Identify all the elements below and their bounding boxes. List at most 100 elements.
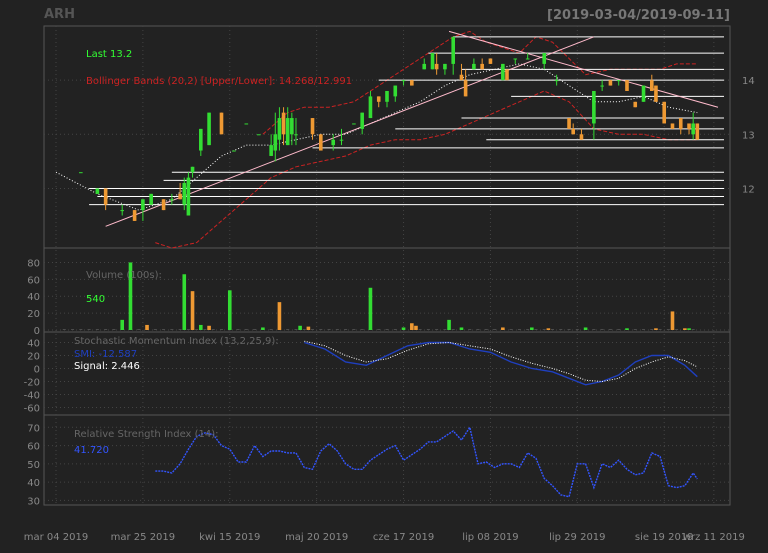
volume-bar-base bbox=[600, 329, 604, 330]
volume-bar-base bbox=[186, 329, 190, 330]
price-tick-label: 14 bbox=[742, 76, 755, 87]
candle-body bbox=[650, 80, 654, 91]
rsi-title: Relative Strength Index (14): bbox=[74, 429, 219, 440]
last-price-label: Last 13.2 bbox=[86, 49, 132, 60]
volume-bar-base bbox=[211, 329, 215, 330]
volume-bar-base bbox=[170, 329, 174, 330]
volume-bar-base bbox=[642, 329, 646, 330]
candle-body bbox=[616, 80, 621, 82]
bollinger-label: Bollinger Bands (20,2) [Upper/Lower]: 14… bbox=[86, 76, 352, 87]
candle-body bbox=[95, 188, 100, 194]
candle-body bbox=[161, 199, 166, 211]
candle-body bbox=[567, 118, 571, 129]
volume-tick-label: 20 bbox=[27, 309, 40, 320]
symbol-title: ARH bbox=[44, 7, 75, 22]
volume-bar-base bbox=[344, 329, 348, 330]
candle-body bbox=[691, 123, 695, 135]
volume-bar bbox=[227, 290, 232, 330]
volume-bar bbox=[410, 323, 414, 330]
candle-body bbox=[190, 166, 195, 173]
candle-body bbox=[269, 145, 273, 156]
volume-bar-base bbox=[691, 329, 695, 330]
candle-body bbox=[352, 123, 356, 125]
volume-bar-base bbox=[203, 329, 207, 330]
volume-bar-base bbox=[269, 329, 273, 330]
volume-bar-base bbox=[220, 329, 223, 330]
x-tick-label: mar 04 2019 bbox=[24, 532, 89, 543]
candle-body bbox=[294, 134, 298, 136]
volume-bar-base bbox=[244, 329, 248, 330]
candle-body bbox=[513, 58, 518, 60]
candle-body bbox=[608, 80, 613, 86]
candle-body bbox=[451, 36, 455, 64]
candle-body bbox=[79, 172, 83, 174]
volume-bar-base bbox=[418, 329, 422, 330]
volume-bar-base bbox=[426, 329, 430, 330]
volume-bar bbox=[368, 287, 373, 330]
candle-body bbox=[141, 199, 145, 211]
rsi-value: 41.720 bbox=[74, 445, 109, 456]
volume-bar bbox=[306, 326, 311, 330]
price-panel bbox=[43, 25, 731, 249]
price-tick-label: 13 bbox=[742, 130, 755, 141]
signal-value: Signal: 2.446 bbox=[74, 361, 140, 372]
volume-bar-base bbox=[534, 329, 538, 330]
volume-bar-base bbox=[509, 329, 513, 330]
candle-body bbox=[434, 63, 439, 70]
rsi-tick-label: 30 bbox=[27, 496, 40, 507]
volume-bar bbox=[459, 327, 464, 330]
candle-body bbox=[360, 112, 364, 129]
candle-body bbox=[579, 134, 584, 140]
candle-body bbox=[244, 123, 249, 125]
candle-body bbox=[207, 112, 211, 146]
rsi-line bbox=[155, 425, 698, 498]
smi-tick-label: 0 bbox=[34, 365, 40, 376]
volume-bar-base bbox=[112, 329, 116, 330]
volume-bar bbox=[207, 325, 211, 330]
candle-body bbox=[459, 74, 464, 81]
volume-bar bbox=[546, 328, 551, 330]
candle-body bbox=[670, 123, 675, 129]
volume-bar bbox=[120, 319, 124, 330]
volume-bar-base bbox=[484, 329, 488, 330]
candle-body bbox=[542, 53, 547, 64]
volume-bar-base bbox=[327, 329, 331, 330]
volume-bar-base bbox=[567, 329, 571, 330]
price-tick-label: 12 bbox=[742, 184, 755, 195]
volume-bar bbox=[583, 327, 588, 330]
x-tick-label: cze 17 2019 bbox=[373, 532, 434, 543]
candle-body bbox=[385, 90, 389, 102]
candle-body bbox=[505, 69, 509, 81]
candle-body bbox=[600, 85, 604, 87]
volume-bar bbox=[414, 325, 418, 330]
volume-bar bbox=[190, 291, 195, 330]
volume-bar-base bbox=[71, 329, 75, 330]
candle-body bbox=[430, 53, 435, 70]
volume-bar-base bbox=[79, 329, 83, 330]
volume-bar-base bbox=[575, 329, 579, 330]
candle-body bbox=[488, 58, 493, 64]
candle-body bbox=[368, 96, 373, 119]
volume-bar bbox=[401, 327, 406, 330]
candle-body bbox=[273, 134, 278, 151]
bollinger-lower-line bbox=[155, 90, 698, 249]
candle-body bbox=[525, 58, 530, 60]
volume-bar-base bbox=[335, 329, 339, 330]
volume-bar bbox=[298, 325, 302, 330]
volume-bar-base bbox=[62, 329, 66, 330]
volume-bar-base bbox=[153, 329, 157, 330]
candle-body bbox=[463, 80, 468, 97]
candle-body bbox=[277, 118, 282, 140]
volume-bar-base bbox=[95, 329, 99, 330]
volume-bar-base bbox=[551, 329, 554, 330]
candle-body bbox=[687, 123, 691, 129]
candle-body bbox=[633, 101, 638, 108]
volume-tick-label: 0 bbox=[34, 326, 40, 337]
volume-bar-base bbox=[178, 329, 182, 330]
candle-body bbox=[281, 112, 286, 135]
candle-body bbox=[219, 112, 224, 135]
candle-body bbox=[149, 193, 153, 205]
candle-body bbox=[641, 85, 646, 102]
candle-body bbox=[410, 80, 414, 86]
candle-body bbox=[480, 63, 484, 70]
